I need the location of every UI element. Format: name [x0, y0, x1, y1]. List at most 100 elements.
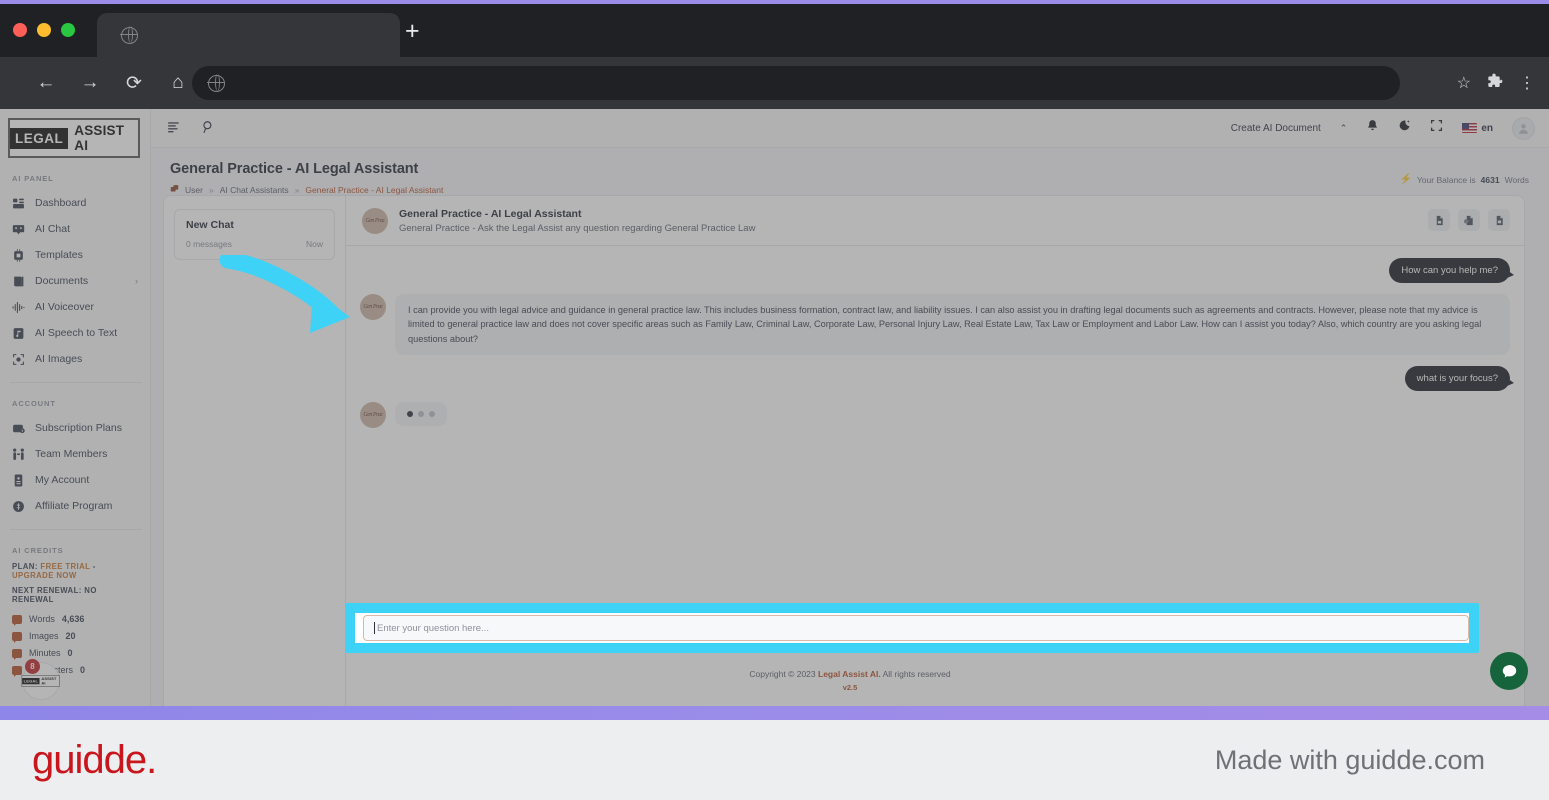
templates-icon — [12, 248, 25, 262]
copyright-suffix: All rights reserved — [882, 669, 951, 679]
credit-chat-icon — [12, 614, 22, 626]
sidebar-item-ai-chat[interactable]: AI Chat — [0, 216, 150, 242]
sidebar-item-ai-voiceover[interactable]: AI Voiceover — [0, 294, 150, 320]
window-traffic-lights — [13, 23, 75, 37]
page-title: General Practice - AI Legal Assistant — [170, 161, 419, 177]
bookmark-star-icon[interactable]: ☆ — [1457, 73, 1471, 93]
sidebar-item-label: AI Speech to Text — [35, 327, 118, 339]
globe-icon — [120, 25, 138, 44]
forward-icon[interactable]: → — [70, 63, 110, 103]
back-icon[interactable]: ← — [26, 63, 66, 103]
sidebar-item-documents[interactable]: Documents › — [0, 268, 150, 294]
assistant-avatar: Gen Prac — [360, 294, 386, 320]
sidebar-item-label: My Account — [35, 474, 90, 486]
balance-value: 4631 — [1480, 174, 1500, 185]
upgrade-now-link[interactable]: UPGRADE NOW — [12, 571, 77, 580]
bell-icon[interactable] — [1366, 119, 1379, 137]
credit-value: 0 — [80, 665, 86, 675]
chevron-up-icon[interactable]: ⌃ — [1340, 123, 1348, 134]
sidebar-item-label: Dashboard — [35, 197, 87, 209]
breadcrumb-item-ai-chat-assistants[interactable]: AI Chat Assistants — [220, 185, 289, 195]
sidebar: LEGAL ASSIST AI AI PANEL Dashboard AI Ch… — [0, 109, 151, 706]
reload-icon[interactable]: ⟳ — [114, 63, 154, 103]
app-logo[interactable]: LEGAL ASSIST AI — [0, 109, 150, 158]
credit-chat-icon — [12, 631, 22, 643]
credit-chat-icon — [12, 665, 22, 677]
sidebar-item-dashboard[interactable]: Dashboard — [0, 190, 150, 216]
sidebar-item-templates[interactable]: Templates — [0, 242, 150, 268]
balance-prefix: Your Balance is — [1416, 174, 1476, 185]
sidebar-section-account: ACCOUNT — [12, 399, 56, 408]
credit-row-minutes: Minutes 0 — [12, 648, 140, 660]
plan-line: PLAN: FREE TRIAL - UPGRADE NOW — [12, 562, 140, 580]
topbar: Create AI Document ⌃ en — [151, 109, 1549, 148]
assistant-header-actions — [1428, 209, 1510, 231]
breadcrumb-item-user[interactable]: User — [185, 185, 203, 195]
assistant-message-bubble: I can provide you with legal advice and … — [395, 294, 1510, 355]
export-word-icon[interactable] — [1458, 209, 1480, 231]
sidebar-item-label: Affiliate Program — [35, 500, 113, 512]
credit-value: 20 — [65, 631, 76, 641]
next-renewal-label: NEXT RENEWAL: NO RENEWAL — [12, 586, 97, 604]
browser-window: + ← → ⟳ ⌂ ☆ ⋮ LEGAL ASSIST AI AI PANEL D… — [0, 0, 1549, 706]
chat-item-title: New Chat — [186, 219, 234, 231]
sidebar-item-my-account[interactable]: My Account — [0, 467, 150, 493]
export-pdf-icon[interactable] — [1488, 209, 1510, 231]
user-message-bubble: what is your focus? — [1404, 365, 1515, 391]
made-with-guidde-label: Made with guidde.com — [1214, 744, 1485, 775]
browser-toolbar: ← → ⟳ ⌂ ☆ ⋮ — [0, 57, 1549, 109]
close-window-button[interactable] — [13, 23, 27, 37]
sidebar-item-label: Templates — [35, 249, 83, 261]
browser-tab[interactable] — [97, 13, 400, 57]
fullscreen-icon[interactable] — [1430, 119, 1443, 137]
new-tab-button[interactable]: + — [405, 19, 420, 44]
credit-row-words: Words 4,636 — [12, 614, 140, 626]
chevron-right-icon: › — [135, 276, 138, 286]
guidde-footer: guidde. Made with guidde.com — [0, 720, 1549, 800]
bolt-icon: ⚡ — [1399, 174, 1412, 185]
language-selector[interactable]: en — [1462, 123, 1493, 134]
breadcrumb: User » AI Chat Assistants » General Prac… — [170, 184, 1529, 195]
assistant-description: General Practice - Ask the Legal Assist … — [399, 223, 756, 234]
address-bar[interactable] — [192, 66, 1400, 100]
sidebar-item-ai-images[interactable]: AI Images — [0, 346, 150, 372]
balance-suffix: Words — [1504, 174, 1529, 185]
breadcrumb-home-icon — [170, 184, 179, 195]
sidebar-item-subscription-plans[interactable]: Subscription Plans — [0, 415, 150, 441]
chat-list-item[interactable]: New Chat 0 messages Now — [174, 209, 335, 260]
copyright-prefix: Copyright © 2023 — [749, 669, 816, 679]
credit-value: 4,636 — [61, 614, 85, 624]
export-doc-icon[interactable] — [1428, 209, 1450, 231]
highlighted-question-input[interactable]: Enter your question here... — [363, 615, 1469, 641]
waveform-icon — [12, 301, 25, 314]
chat-item-time: Now — [305, 239, 323, 249]
dashboard-icon — [12, 197, 25, 210]
user-avatar[interactable] — [1512, 116, 1535, 140]
credit-label: Images — [29, 631, 59, 641]
mini-logo-assist: ASSIST AI — [41, 676, 57, 686]
sidebar-item-affiliate-program[interactable]: Affiliate Program — [0, 493, 150, 519]
site-globe-icon — [207, 73, 225, 92]
plan-dash: - — [92, 562, 96, 571]
logo-legal: LEGAL — [10, 127, 69, 149]
sidebar-item-ai-speech-to-text[interactable]: AI Speech to Text — [0, 320, 150, 346]
sidebar-item-team-members[interactable]: Team Members — [0, 441, 150, 467]
sidebar-item-label: Subscription Plans — [35, 422, 122, 434]
footer-brand[interactable]: Legal Assist AI. — [818, 669, 881, 679]
user-message-bubble: How can you help me? — [1389, 258, 1514, 283]
maximize-window-button[interactable] — [61, 23, 75, 37]
align-left-icon[interactable] — [167, 120, 181, 137]
logo-assist-ai: ASSIST AI — [74, 123, 125, 153]
minimize-window-button[interactable] — [37, 23, 51, 37]
support-chat-widget[interactable] — [1490, 652, 1528, 690]
sidebar-section-ai-panel: AI PANEL — [12, 174, 54, 183]
search-icon[interactable] — [201, 120, 215, 137]
extensions-icon[interactable] — [1487, 73, 1503, 94]
assistant-avatar: Gen Prac — [360, 401, 386, 428]
create-ai-document-button[interactable]: Create AI Document — [1231, 123, 1321, 134]
browser-menu-icon[interactable]: ⋮ — [1519, 73, 1535, 93]
breadcrumb-sep: » — [208, 184, 214, 195]
moon-icon[interactable] — [1398, 119, 1411, 137]
account-icon — [12, 474, 25, 487]
chat-item-message-count: 0 messages — [186, 239, 232, 249]
